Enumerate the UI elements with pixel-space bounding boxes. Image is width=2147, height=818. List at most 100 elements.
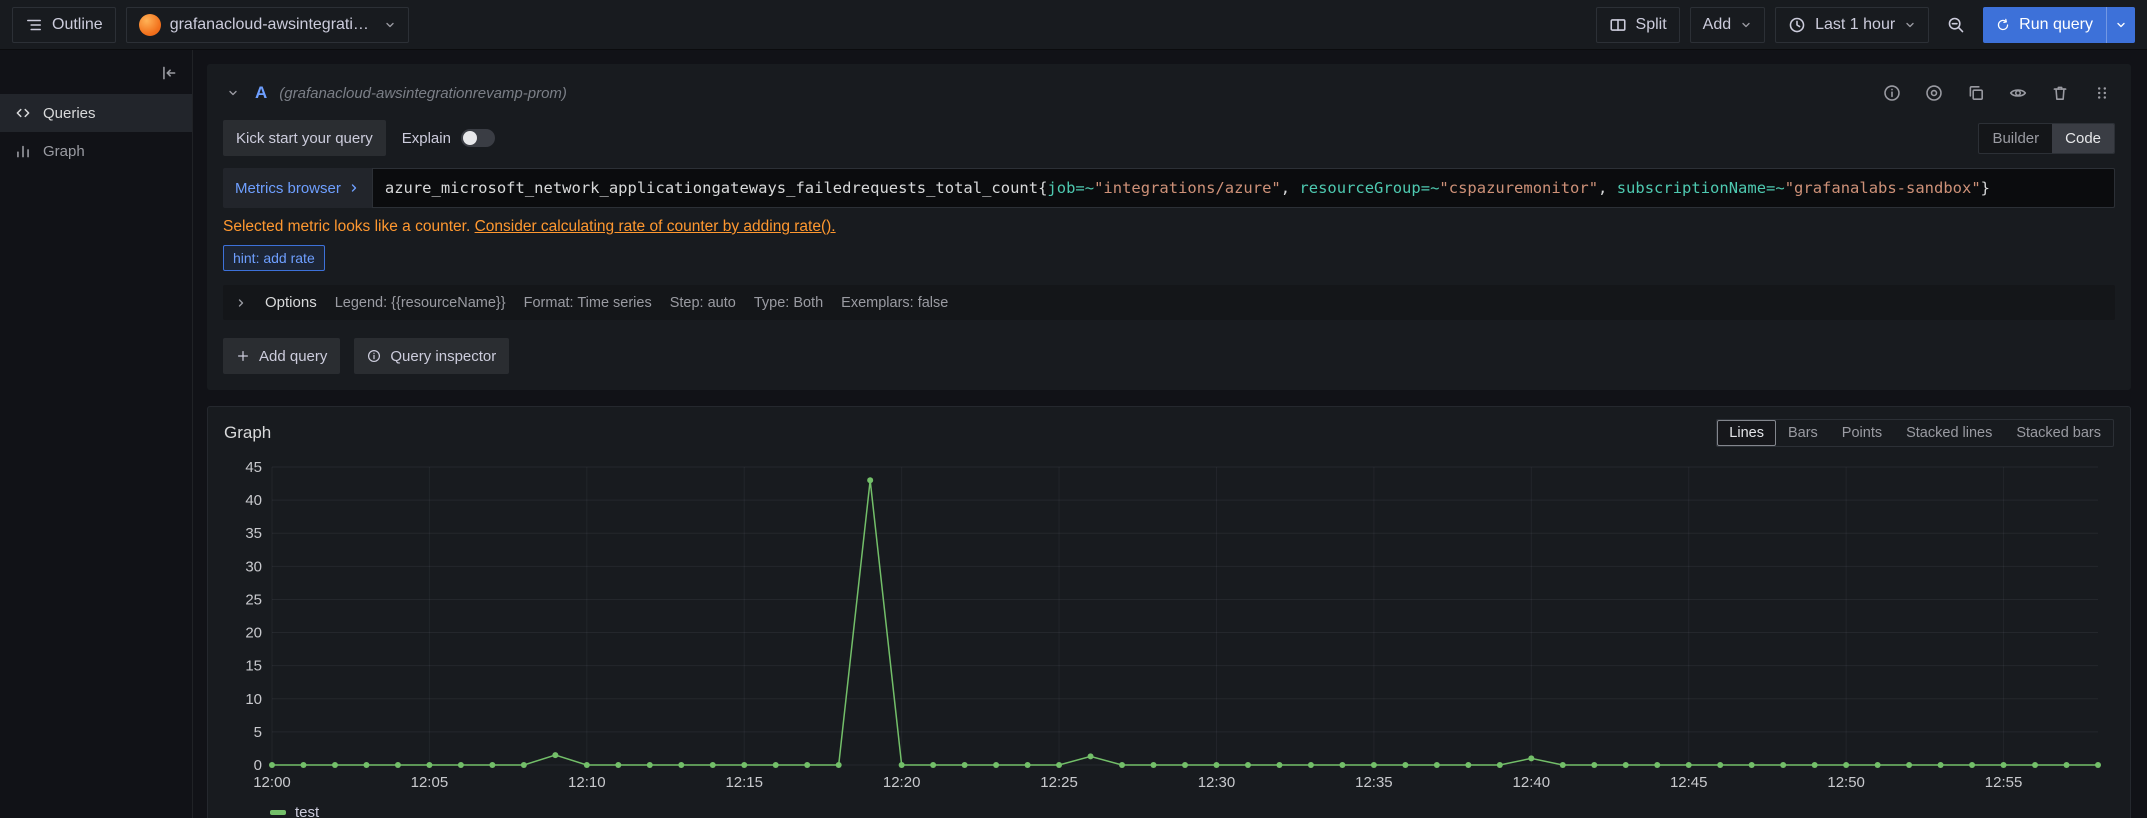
remove-query-button[interactable] — [2047, 80, 2073, 106]
disable-query-button[interactable] — [2005, 80, 2031, 106]
svg-text:12:30: 12:30 — [1198, 774, 1236, 791]
run-query-dropdown-toggle[interactable] — [2106, 7, 2135, 43]
collapse-left-icon — [160, 64, 178, 82]
chevron-down-icon — [384, 19, 396, 31]
datasource-help-button[interactable] — [1879, 80, 1905, 106]
query-token: "integrations/azure" — [1094, 179, 1281, 197]
graph-mode-bars[interactable]: Bars — [1776, 420, 1830, 446]
query-input-row: Metrics browser azure_microsoft_network_… — [223, 168, 2115, 208]
info-circle-icon — [367, 349, 381, 363]
graph-panel-header: Graph Lines Bars Points Stacked lines St… — [224, 419, 2114, 447]
option-exemplars: Exemplars: false — [841, 295, 948, 311]
svg-text:12:40: 12:40 — [1513, 774, 1551, 791]
legend-series-label[interactable]: test — [295, 804, 319, 818]
explain-toggle[interactable] — [461, 129, 495, 147]
svg-text:40: 40 — [245, 492, 262, 509]
svg-text:12:05: 12:05 — [411, 774, 449, 791]
duplicate-query-button[interactable] — [1963, 80, 1989, 106]
zoom-out-icon — [1947, 16, 1965, 34]
time-series-chart: 12:0012:0512:1012:1512:2012:2512:3012:35… — [224, 455, 2114, 795]
svg-text:10: 10 — [245, 691, 262, 708]
drag-query-handle[interactable] — [2089, 80, 2115, 106]
code-icon — [14, 104, 32, 122]
chevron-down-icon — [1740, 19, 1752, 31]
legend-swatch[interactable] — [270, 810, 286, 815]
collapse-sidebar-button[interactable] — [156, 60, 182, 86]
chart-area[interactable]: 12:0012:0512:1012:1512:2012:2512:3012:35… — [224, 455, 2114, 800]
graph-mode-stacked-lines[interactable]: Stacked lines — [1894, 420, 2004, 446]
sidebar-item-label: Graph — [43, 143, 85, 160]
svg-text:0: 0 — [254, 757, 262, 774]
split-button[interactable]: Split — [1596, 7, 1680, 43]
explore-sidebar: Queries Graph — [0, 50, 193, 818]
graph-mode-switch: Lines Bars Points Stacked lines Stacked … — [1716, 419, 2114, 447]
builder-mode-option[interactable]: Builder — [1979, 124, 2052, 153]
datasource-picker-label: grafanacloud-awsintegrationrevamp-prom — [170, 16, 375, 34]
run-query-button-group: Run query — [1983, 7, 2135, 43]
add-query-label: Add query — [259, 348, 327, 365]
record-query-button[interactable] — [1921, 80, 1947, 106]
svg-text:30: 30 — [245, 558, 262, 575]
metrics-browser-button[interactable]: Metrics browser — [223, 168, 372, 208]
run-query-button[interactable]: Run query — [1983, 7, 2106, 43]
sidebar-item-queries[interactable]: Queries — [0, 94, 192, 132]
toolbar-left: Outline grafanacloud-awsintegrationrevam… — [12, 7, 409, 43]
editor-mode-switch: Builder Code — [1978, 123, 2115, 154]
svg-text:12:00: 12:00 — [253, 774, 291, 791]
top-toolbar: Outline grafanacloud-awsintegrationrevam… — [0, 0, 2147, 50]
query-ref-id: A — [255, 83, 267, 103]
chart-legend: test — [224, 800, 2114, 818]
sidebar-item-label: Queries — [43, 105, 96, 122]
query-token: , — [1281, 179, 1300, 197]
svg-text:35: 35 — [245, 525, 262, 542]
svg-text:12:45: 12:45 — [1670, 774, 1708, 791]
query-datasource-hint: (grafanacloud-awsintegrationrevamp-prom) — [279, 85, 567, 102]
counter-warning-link[interactable]: Consider calculating rate of counter by … — [475, 218, 836, 235]
hint-add-rate-button[interactable]: hint: add rate — [223, 245, 325, 271]
grafana-logo-icon — [139, 14, 161, 36]
query-token: =~ — [1766, 179, 1785, 197]
sidebar-item-graph[interactable]: Graph — [0, 132, 192, 170]
query-toolbar-row: Kick start your query Explain Builder Co… — [207, 116, 2131, 158]
query-inspector-button[interactable]: Query inspector — [354, 338, 509, 374]
option-step: Step: auto — [670, 295, 736, 311]
query-token: subscriptionName — [1617, 179, 1766, 197]
chevron-down-icon — [2115, 19, 2127, 31]
eye-icon — [2009, 84, 2027, 102]
collapse-query-button[interactable] — [223, 83, 243, 103]
datasource-picker[interactable]: grafanacloud-awsintegrationrevamp-prom — [126, 7, 409, 43]
graph-mode-stacked-bars[interactable]: Stacked bars — [2004, 420, 2113, 446]
svg-text:12:35: 12:35 — [1355, 774, 1393, 791]
query-token: job — [1047, 179, 1075, 197]
svg-text:45: 45 — [245, 459, 262, 476]
clock-icon — [1788, 16, 1806, 34]
add-query-button[interactable]: Add query — [223, 338, 340, 374]
counter-warning-text: Selected metric looks like a counter. — [223, 218, 470, 235]
outline-button[interactable]: Outline — [12, 7, 116, 43]
chevron-down-icon — [1904, 19, 1916, 31]
query-row-header: A (grafanacloud-awsintegrationrevamp-pro… — [207, 72, 2131, 116]
toggle-knob — [463, 131, 477, 145]
run-query-label: Run query — [2019, 16, 2093, 34]
drag-handle-icon — [2093, 84, 2111, 102]
explain-control: Explain — [402, 129, 495, 147]
option-legend: Legend: {{resourceName}} — [335, 295, 506, 311]
option-type: Type: Both — [754, 295, 823, 311]
query-token: =~ — [1075, 179, 1094, 197]
graph-mode-points[interactable]: Points — [1830, 420, 1894, 446]
toolbar-right: Split Add Last 1 hour Run query — [1596, 7, 2135, 43]
code-mode-option[interactable]: Code — [2052, 124, 2114, 153]
svg-text:12:20: 12:20 — [883, 774, 921, 791]
kick-start-query-button[interactable]: Kick start your query — [223, 120, 386, 156]
graph-mode-lines[interactable]: Lines — [1717, 420, 1776, 446]
explain-label: Explain — [402, 130, 451, 147]
add-dropdown-button[interactable]: Add — [1690, 7, 1765, 43]
svg-text:15: 15 — [245, 658, 262, 675]
time-range-picker[interactable]: Last 1 hour — [1775, 7, 1929, 43]
zoom-out-time-button[interactable] — [1939, 7, 1973, 43]
query-options-bar[interactable]: Options Legend: {{resourceName}} Format:… — [223, 285, 2115, 320]
promql-query-input[interactable]: azure_microsoft_network_applicationgatew… — [372, 168, 2115, 208]
kick-start-label: Kick start your query — [236, 130, 373, 147]
counter-warning: Selected metric looks like a counter. Co… — [223, 218, 2115, 236]
metrics-browser-label: Metrics browser — [235, 180, 341, 197]
